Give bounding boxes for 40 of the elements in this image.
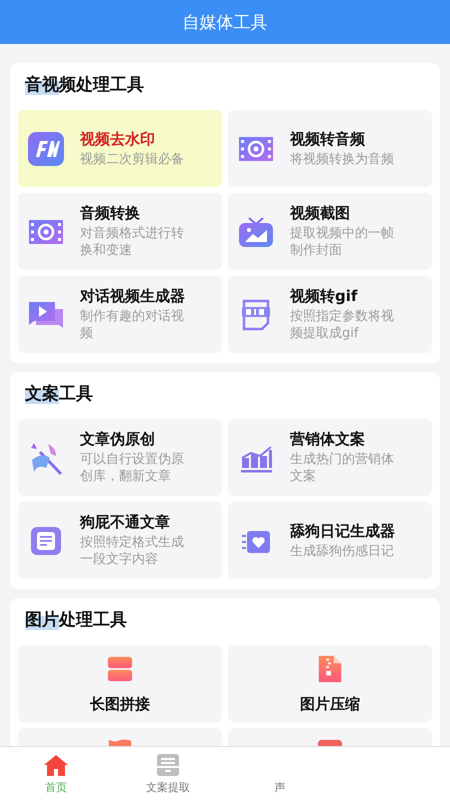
tool-description: 生成舔狗伤感日记 — [290, 542, 395, 560]
section-title: 文案工具 — [25, 384, 93, 404]
tool-card[interactable]: 视频转gif 按照指定参数将视频提取成gif — [228, 276, 432, 353]
tool-title: 营销体文案 — [290, 430, 366, 449]
tool-description: 可以自行设置伪原创库，翻新文章 — [80, 451, 185, 485]
tool-title: 对话视频生成器 — [80, 287, 186, 306]
tool-description: 生成热门的营销体文案 — [290, 451, 395, 485]
tool-description: 对音频格式进行转换和变速 — [80, 225, 185, 259]
tool-card[interactable]: 长图拼接 — [18, 645, 222, 722]
tool-card[interactable]: 视频截图 提取视频中的一帧制作封面 — [228, 193, 432, 270]
tool-card[interactable]: 图片压缩 — [228, 645, 432, 722]
tool-card[interactable]: 视频转音频 将视频转换为音频 — [228, 110, 432, 187]
tool-title: 视频转gif — [290, 287, 358, 306]
tool-card[interactable]: 对话视频生成器 制作有趣的对话视频 — [18, 276, 222, 353]
tool-title: 文章伪原创 — [80, 430, 156, 449]
tool-card[interactable]: 营销体文案 生成热门的营销体文案 — [228, 419, 432, 496]
tool-title: 长图拼接 — [90, 695, 150, 714]
tool-card[interactable]: 音频转换 对音频格式进行转换和变速 — [18, 193, 222, 270]
tool-description: 提取视频中的一帧制作封面 — [290, 225, 395, 259]
tool-description: 将视频转换为音频 — [290, 150, 394, 168]
tool-card[interactable]: 视频去水印 视频二次剪辑必备 — [18, 110, 222, 187]
tool-title: 狗屁不通文章 — [80, 513, 171, 532]
tool-title: 音频转换 — [80, 204, 141, 223]
tool-description: 按照指定参数将视频提取成gif — [290, 308, 395, 342]
tool-card[interactable]: 舔狗日记生成器 生成舔狗伤感日记 — [228, 502, 432, 579]
tool-title: 视频截图 — [290, 204, 351, 223]
tool-title: 视频去水印 — [80, 130, 156, 148]
tool-title: 舔狗日记生成器 — [290, 522, 395, 540]
section-title: 图片处理工具 — [25, 610, 127, 630]
tool-description: 制作有趣的对话视频 — [80, 308, 185, 342]
tool-title: 图片压缩 — [300, 695, 360, 714]
tab[interactable]: 声 — [224, 747, 336, 800]
tool-title: 视频转音频 — [290, 130, 366, 148]
tab[interactable]: 文案提取 — [112, 747, 224, 800]
tool-description: 视频二次剪辑必备 — [80, 150, 184, 168]
tool-card[interactable]: 狗屁不通文章 按照特定格式生成一段文字内容 — [18, 502, 222, 579]
section-title: 音视频处理工具 — [25, 75, 144, 95]
page-title: 自媒体工具 — [182, 12, 268, 34]
tool-card[interactable]: 文章伪原创 可以自行设置伪原创库，翻新文章 — [18, 419, 222, 496]
tool-description: 按照特定格式生成一段文字内容 — [80, 534, 185, 568]
